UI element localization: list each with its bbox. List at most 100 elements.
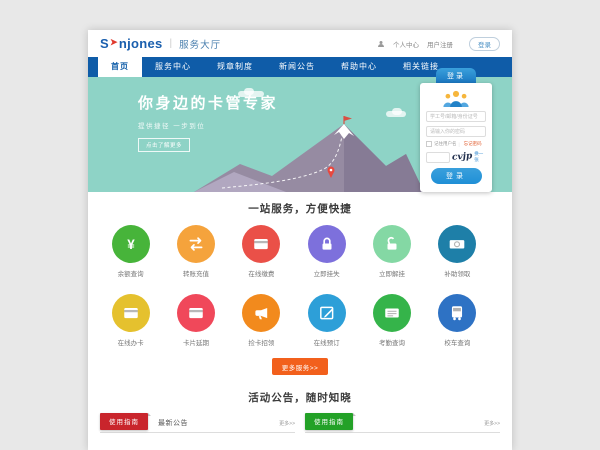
keyboard-icon [383,304,401,322]
service-label: 在线缴费 [229,268,294,278]
service-circle [373,225,411,263]
panel-header: 使用指南 更多>> [305,414,500,433]
card-icon [187,304,205,322]
nav-item-1[interactable]: 服务中心 [142,57,204,77]
captcha-refresh-link[interactable]: 换一张 [474,151,486,163]
username-input[interactable] [426,111,486,122]
more-services-button[interactable]: 更多服务>> [272,358,328,375]
remember-checkbox[interactable] [426,141,432,147]
site-logo[interactable]: S ➤ njones [100,36,163,51]
header-divider: | [170,38,173,49]
service-item-8[interactable]: 捡卡招领 [229,294,294,347]
login-panel: 登录 记住用户名 | 忘记密码 cvjp 换一张 [420,68,492,192]
login-form: 记住用户名 | 忘记密码 cvjp 换一张 登录 [420,83,492,192]
service-circle [308,225,346,263]
password-input[interactable] [426,126,486,137]
service-circle: ¥ [112,225,150,263]
edit-icon [318,304,336,322]
service-circle [308,294,346,332]
captcha-row: cvjp 换一张 [426,151,486,163]
site-name: 服务大厅 [179,37,221,51]
service-circle [373,294,411,332]
options-divider: | [459,142,460,147]
service-label: 卡片延期 [163,337,228,347]
service-label: 捡卡招领 [229,337,294,347]
card-icon [252,235,270,253]
header-login-button[interactable]: 登录 [469,37,500,51]
service-circle [438,225,476,263]
mountains-illustration [193,114,425,192]
logo-arrow-icon: ➤ [110,37,118,48]
nav-item-4[interactable]: 帮助中心 [328,57,390,77]
lock-icon [318,235,336,253]
service-circle [438,294,476,332]
captcha-image: cvjp [452,151,473,162]
remember-label: 记住用户名 [434,141,457,147]
panel-tab-0-1[interactable]: 最新公告 [158,418,188,428]
service-label: 考勤查询 [359,337,424,347]
transfer-icon [187,235,205,253]
hero-cta-button[interactable]: 点击了解更多 [138,138,190,152]
header-link-1[interactable]: 用户注册 [427,42,453,49]
services-section: 一站服务，方便快捷 ¥ 余额查询转账充值在线缴费立即挂失立即解挂补助领取在线办卡卡… [88,192,512,375]
forgot-password-link[interactable]: 忘记密码 [464,141,482,147]
panel-tab-0-0[interactable]: 使用指南 [100,413,148,430]
login-tab[interactable]: 登录 [436,68,476,83]
unlock-icon [383,235,401,253]
webpage-card: S ➤ njones | 服务大厅 个人中心 用户注册 登录 首页服务中心规章制度… [88,30,512,450]
service-circle [177,225,215,263]
service-label: 立即解挂 [359,268,424,278]
service-item-4[interactable]: 立即解挂 [359,225,424,278]
nav-item-2[interactable]: 规章制度 [204,57,266,77]
service-item-5[interactable]: 补助领取 [425,225,490,278]
announce-panel-0: 使用指南最新公告 更多>> [100,414,295,433]
service-item-0[interactable]: ¥ 余额查询 [98,225,163,278]
announce-panel-1: 使用指南 更多>> [305,414,500,433]
yen-icon: ¥ [122,235,140,253]
login-submit-button[interactable]: 登录 [431,168,482,184]
users-icon [442,89,470,107]
service-item-11[interactable]: 校车查询 [425,294,490,347]
service-label: 在线预订 [294,337,359,347]
services-grid: ¥ 余额查询转账充值在线缴费立即挂失立即解挂补助领取在线办卡卡片延期捡卡招领在线预… [98,225,490,347]
service-item-1[interactable]: 转账充值 [163,225,228,278]
panel-more-link[interactable]: 更多>> [279,420,295,427]
logo-text-rest: njones [119,36,163,51]
service-circle [242,294,280,332]
services-title: 一站服务，方便快捷 [88,201,512,216]
header-links: 个人中心 用户注册 登录 [377,37,500,51]
service-item-7[interactable]: 卡片延期 [163,294,228,347]
service-item-9[interactable]: 在线预订 [294,294,359,347]
logo-text-s: S [100,36,109,51]
announcements-section: 活动公告，随时知晓 使用指南最新公告更多>>使用指南更多>> [88,390,512,433]
user-icon [377,40,385,48]
service-label: 余额查询 [98,268,163,278]
service-item-2[interactable]: 在线缴费 [229,225,294,278]
captcha-input[interactable] [426,152,450,163]
service-circle [177,294,215,332]
service-label: 补助领取 [425,268,490,278]
header-link-list: 个人中心 用户注册 [393,39,461,49]
site-header: S ➤ njones | 服务大厅 个人中心 用户注册 登录 [88,30,512,57]
service-item-3[interactable]: 立即挂失 [294,225,359,278]
megaphone-icon [252,304,270,322]
service-label: 在线办卡 [98,337,163,347]
service-circle [112,294,150,332]
service-circle [242,225,280,263]
panel-more-link[interactable]: 更多>> [484,420,500,427]
cloud-shape [238,91,264,97]
bus-icon [448,304,466,322]
header-link-0[interactable]: 个人中心 [393,42,419,49]
service-item-6[interactable]: 在线办卡 [98,294,163,347]
banknote-icon [448,235,466,253]
desktop-background: S ➤ njones | 服务大厅 个人中心 用户注册 登录 首页服务中心规章制度… [0,0,600,450]
service-label: 立即挂失 [294,268,359,278]
panel-header: 使用指南最新公告 更多>> [100,414,295,433]
login-options: 记住用户名 | 忘记密码 [426,141,486,147]
service-label: 转账充值 [163,268,228,278]
nav-item-0[interactable]: 首页 [98,57,142,77]
service-item-10[interactable]: 考勤查询 [359,294,424,347]
nav-item-3[interactable]: 新闻公告 [266,57,328,77]
panel-tab-1-0[interactable]: 使用指南 [305,413,353,430]
announcement-panels: 使用指南最新公告更多>>使用指南更多>> [100,414,500,433]
